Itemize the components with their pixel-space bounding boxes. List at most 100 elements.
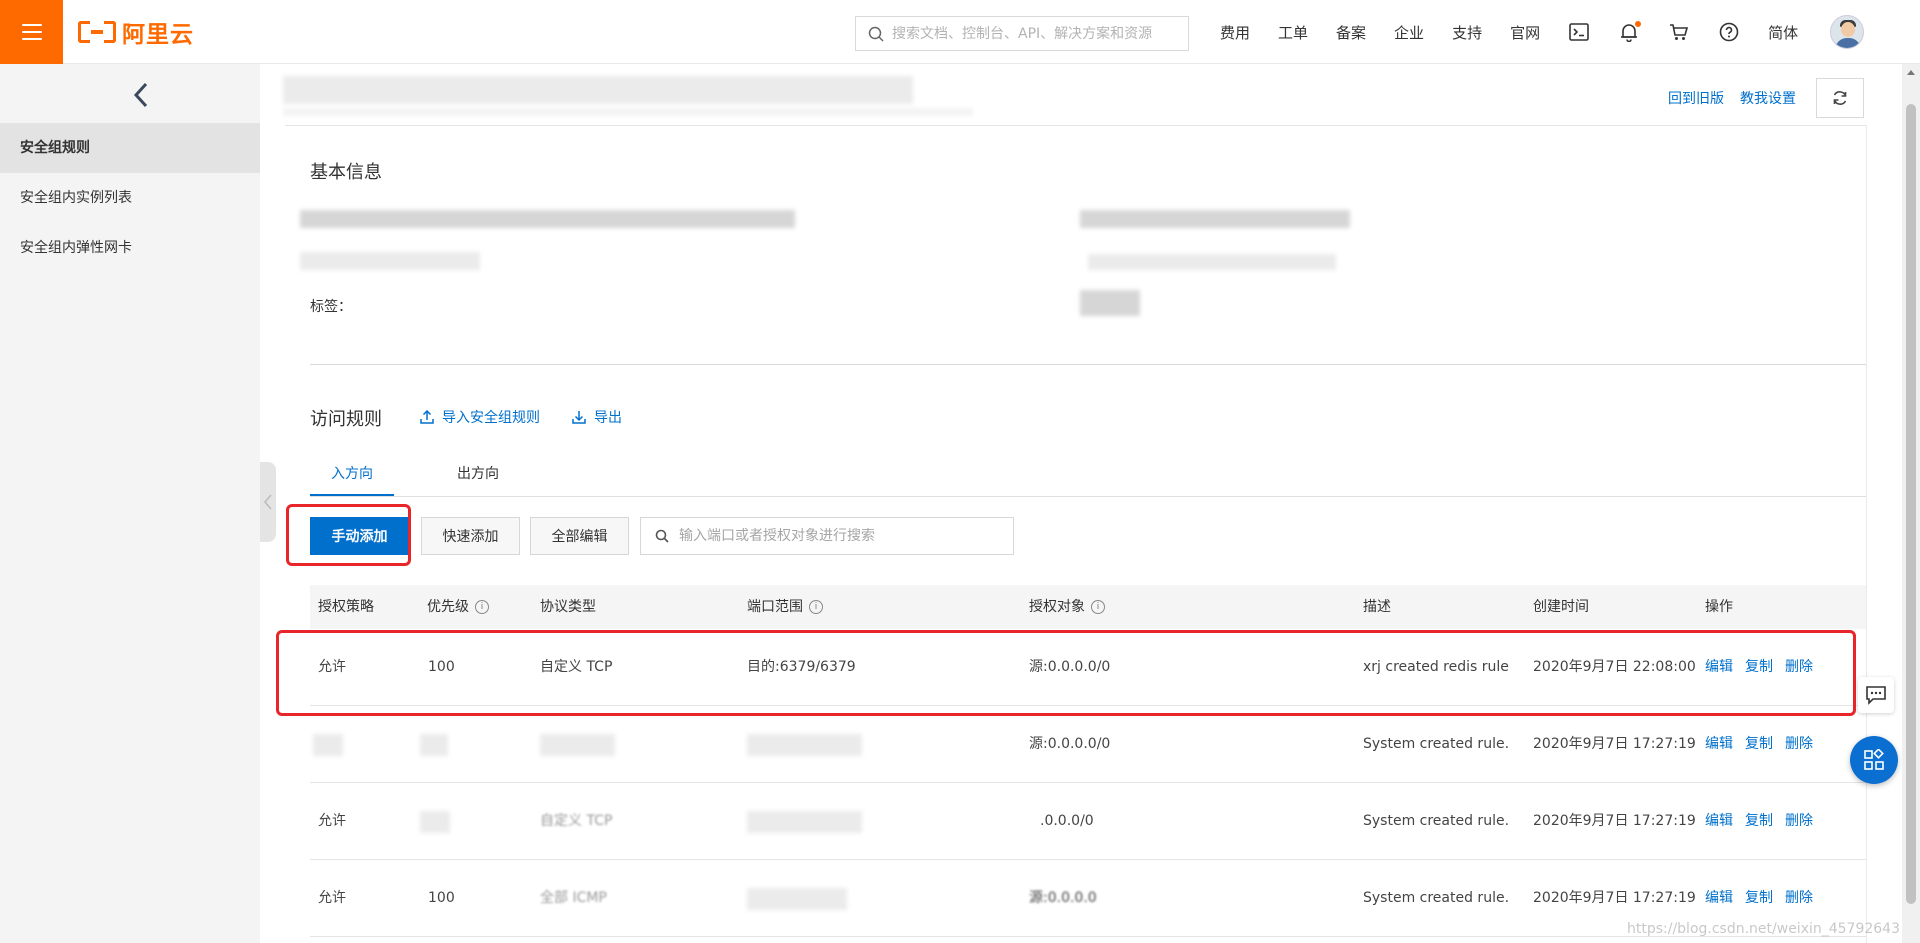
cell-priority: 100 xyxy=(428,659,455,675)
col-policy: 授权策略 xyxy=(318,585,374,629)
blurred-cell xyxy=(540,734,615,756)
nav-tickets[interactable]: 工单 xyxy=(1278,22,1308,43)
back-chevron-icon[interactable] xyxy=(126,78,156,112)
nav-fees[interactable]: 费用 xyxy=(1220,22,1250,43)
cell-description: System created rule. xyxy=(1363,890,1510,906)
card-border xyxy=(285,125,1867,126)
import-rules-link[interactable]: 导入安全组规则 xyxy=(420,407,540,427)
page-scrollbar[interactable] xyxy=(1902,64,1920,943)
sidebar-item-sg-instances[interactable]: 安全组内实例列表 xyxy=(0,173,260,223)
download-icon xyxy=(572,411,586,424)
import-rules-label: 导入安全组规则 xyxy=(442,410,540,426)
terminal-icon[interactable] xyxy=(1568,21,1590,43)
header-links: 回到旧版 教我设置 xyxy=(1668,78,1864,118)
edit-link[interactable]: 编辑 xyxy=(1705,629,1733,706)
cell-created-time: 2020年9月7日 17:27:19 xyxy=(1533,736,1696,752)
back-to-old-version-link[interactable]: 回到旧版 xyxy=(1668,88,1724,108)
search-icon xyxy=(868,26,884,42)
info-icon[interactable]: i xyxy=(809,600,823,614)
menu-icon[interactable] xyxy=(0,0,63,64)
language-switch[interactable]: 简体 xyxy=(1768,22,1798,43)
watermark: https://blog.csdn.net/weixin_45792643 xyxy=(1626,921,1900,937)
nav-official-site[interactable]: 官网 xyxy=(1510,22,1540,43)
cell-policy: 允许 xyxy=(318,890,346,906)
blurred-cell xyxy=(747,734,862,756)
nav-support[interactable]: 支持 xyxy=(1452,22,1482,43)
help-icon[interactable] xyxy=(1718,21,1740,43)
quick-add-button[interactable]: 快速添加 xyxy=(421,517,520,555)
scrollbar-thumb[interactable] xyxy=(1906,104,1916,904)
sidebar-item-sg-rules[interactable]: 安全组规则 xyxy=(0,123,260,173)
blurred-title-shadow xyxy=(283,108,973,116)
apps-grid-icon xyxy=(1864,749,1884,770)
scroll-up-arrow-icon[interactable] xyxy=(1907,70,1915,75)
cell-actions: 编辑 复制 删除 xyxy=(1705,783,1813,860)
rule-search-box[interactable] xyxy=(640,517,1014,555)
delete-link[interactable]: 删除 xyxy=(1785,706,1813,783)
col-description: 描述 xyxy=(1363,585,1391,629)
col-protocol-label: 协议类型 xyxy=(540,599,596,615)
tutorial-settings-link[interactable]: 教我设置 xyxy=(1740,88,1796,108)
top-nav: 费用 工单 备案 企业 支持 官网 简体 xyxy=(1206,0,1865,64)
cell-policy: 允许 xyxy=(318,813,346,829)
rule-search-input[interactable] xyxy=(679,528,999,544)
col-priority-label: 优先级 xyxy=(427,599,469,615)
cell-created-time: 2020年9月7日 17:27:19 xyxy=(1533,813,1696,829)
edit-link[interactable]: 编辑 xyxy=(1705,783,1733,860)
cell-protocol: 自定义 TCP xyxy=(540,813,613,829)
cell-source: 源:0.0.0.0 xyxy=(1029,890,1097,906)
card-border-right xyxy=(1866,125,1867,943)
chat-feedback-button[interactable] xyxy=(1858,677,1894,713)
bell-icon[interactable] xyxy=(1618,21,1642,43)
col-actions-label: 操作 xyxy=(1705,599,1733,615)
access-rules-title: 访问规则 xyxy=(310,409,382,430)
blurred-info-field xyxy=(1080,210,1350,228)
blurred-info-field xyxy=(300,210,795,228)
delete-link[interactable]: 删除 xyxy=(1785,629,1813,706)
copy-link[interactable]: 复制 xyxy=(1745,783,1773,860)
blurred-cell xyxy=(313,734,343,756)
nav-enterprise[interactable]: 企业 xyxy=(1394,22,1424,43)
col-actions: 操作 xyxy=(1705,585,1733,629)
edit-all-button[interactable]: 全部编辑 xyxy=(530,517,629,555)
section-divider xyxy=(310,364,1866,365)
col-protocol: 协议类型 xyxy=(540,585,596,629)
cell-policy: 允许 xyxy=(318,659,346,675)
cell-source: .0.0.0/0 xyxy=(1040,813,1094,829)
col-created-time: 创建时间 xyxy=(1533,585,1589,629)
top-bar: 阿里云 费用 工单 备案 企业 支持 官网 简体 xyxy=(0,0,1920,64)
cell-protocol: 自定义 TCP xyxy=(540,659,613,675)
rules-table-header: 授权策略 优先级 i 协议类型 端口范围 i 授权对象 i 描述 创建时间 操作 xyxy=(310,585,1866,629)
tab-inbound[interactable]: 入方向 xyxy=(310,456,394,496)
aliyun-logo[interactable]: 阿里云 xyxy=(78,18,194,48)
global-search[interactable] xyxy=(855,16,1189,51)
manual-add-button[interactable]: 手动添加 xyxy=(310,517,409,555)
apps-button[interactable] xyxy=(1850,736,1898,784)
refresh-button[interactable] xyxy=(1816,78,1864,118)
tag-label: 标签： xyxy=(310,299,352,315)
info-icon[interactable]: i xyxy=(475,600,489,614)
info-icon[interactable]: i xyxy=(1091,600,1105,614)
tab-outbound[interactable]: 出方向 xyxy=(436,456,520,496)
user-avatar[interactable] xyxy=(1830,15,1865,49)
cart-icon[interactable] xyxy=(1668,21,1690,43)
edit-link[interactable]: 编辑 xyxy=(1705,706,1733,783)
col-description-label: 描述 xyxy=(1363,599,1391,615)
col-port: 端口范围 i xyxy=(747,585,823,629)
col-priority: 优先级 i xyxy=(427,585,489,629)
refresh-icon xyxy=(1833,91,1847,105)
copy-link[interactable]: 复制 xyxy=(1745,706,1773,783)
export-label: 导出 xyxy=(594,410,622,426)
blurred-title xyxy=(283,76,913,104)
col-policy-label: 授权策略 xyxy=(318,599,374,615)
sidebar-item-sg-eni[interactable]: 安全组内弹性网卡 xyxy=(0,223,260,273)
copy-link[interactable]: 复制 xyxy=(1745,629,1773,706)
global-search-input[interactable] xyxy=(892,25,1182,42)
export-link[interactable]: 导出 xyxy=(572,407,622,427)
sidebar-collapse-handle[interactable] xyxy=(260,462,276,542)
cell-description: System created rule. xyxy=(1363,736,1510,752)
delete-link[interactable]: 删除 xyxy=(1785,783,1813,860)
aliyun-logo-mark xyxy=(78,21,116,43)
cell-created-time: 2020年9月7日 22:08:00 xyxy=(1533,659,1696,675)
nav-filing[interactable]: 备案 xyxy=(1336,22,1366,43)
